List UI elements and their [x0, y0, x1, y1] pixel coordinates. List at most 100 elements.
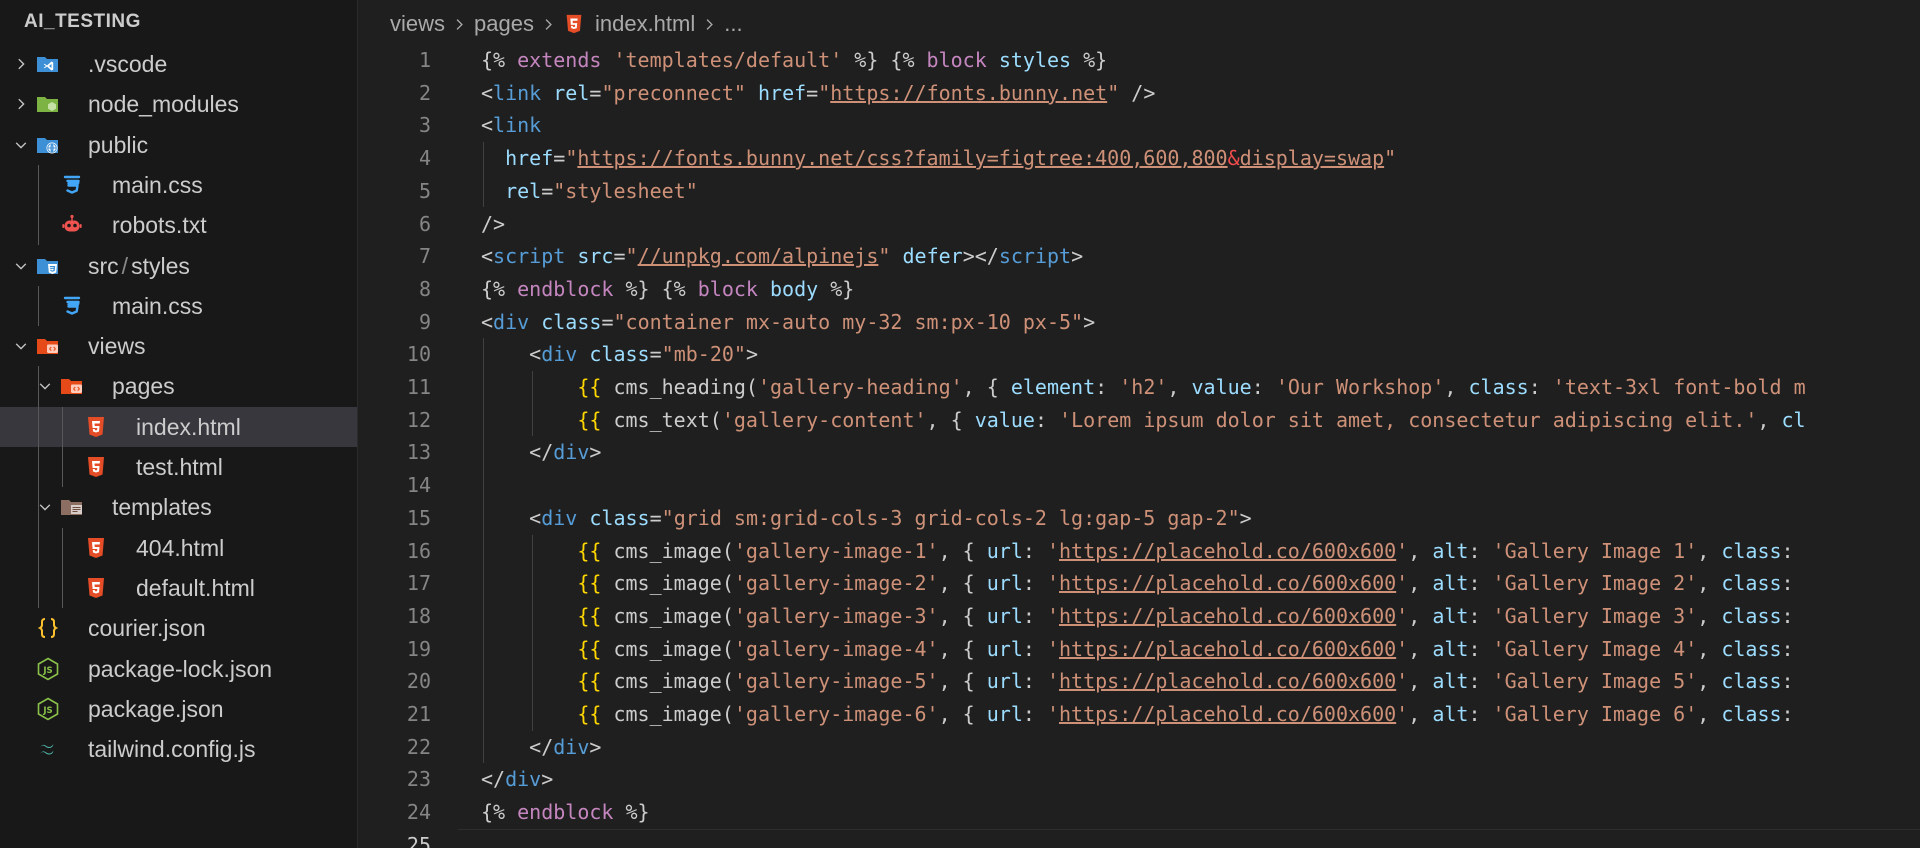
code-line[interactable]: 8 {% endblock %} {% block body %}: [358, 273, 1920, 306]
code-token: , {: [926, 407, 975, 432]
line-number: 1: [418, 48, 431, 72]
folder-row-public[interactable]: public: [0, 125, 357, 165]
chevron-down-icon[interactable]: [10, 125, 32, 165]
code-token: "grid sm:grid-cols-3 grid-cols-2 lg:gap-…: [661, 505, 1240, 530]
file-row-tailwind-config-js[interactable]: tailwind.config.js: [0, 729, 357, 769]
file-row-robots-txt[interactable]: robots.txt: [0, 205, 357, 245]
line-number: 12: [406, 407, 431, 432]
code-line[interactable]: 24 {% endblock %}: [358, 796, 1920, 829]
code-line[interactable]: 15 <div class="grid sm:grid-cols-3 grid-…: [358, 502, 1920, 535]
code-token: cms_text(: [601, 407, 722, 432]
code-area[interactable]: 1 {% extends 'templates/default' %} {% bl…: [358, 44, 1920, 848]
views-folder-icon: [34, 326, 62, 366]
code-token: extends: [517, 48, 602, 72]
chevron-down-icon[interactable]: [10, 246, 32, 286]
code-line[interactable]: 17 {{ cms_image('gallery-image-2', { url…: [358, 567, 1920, 600]
code-line[interactable]: 10 <div class="mb-20">: [358, 338, 1920, 371]
code-line[interactable]: 23 </div>: [358, 763, 1920, 796]
breadcrumb-symbols[interactable]: ...: [724, 11, 742, 37]
tree-indent-guide: [62, 527, 63, 609]
node-folder-icon: [34, 84, 62, 124]
code-token: , {: [938, 571, 987, 596]
file-row-main-css[interactable]: main.css: [0, 165, 357, 205]
code-token: 'gallery-heading': [757, 375, 963, 399]
code-token: <: [481, 309, 494, 334]
folder-row-vscode[interactable]: .vscode: [0, 44, 357, 84]
folder-row-templates[interactable]: templates: [0, 487, 357, 527]
code-line[interactable]: 11 {{ cms_heading('gallery-heading', { e…: [358, 371, 1920, 404]
code-token: , {: [938, 702, 987, 726]
chevron-right-icon[interactable]: [10, 44, 32, 84]
file-row-404-html[interactable]: 404.html: [0, 528, 357, 568]
code-line[interactable]: 25: [358, 829, 1920, 848]
tailwind-icon: [34, 729, 62, 769]
code-line[interactable]: 6 />: [358, 208, 1920, 241]
code-token[interactable]: display=swap: [1240, 146, 1385, 170]
code-token[interactable]: https://placehold.co/600x600: [1059, 637, 1396, 661]
chevron-down-icon[interactable]: [10, 326, 32, 366]
code-token[interactable]: https://placehold.co/600x600: [1059, 702, 1396, 726]
code-token[interactable]: https://placehold.co/600x600: [1059, 571, 1396, 595]
code-token[interactable]: https://placehold.co/600x600: [1059, 604, 1396, 628]
code-line[interactable]: 19 {{ cms_image('gallery-image-4', { url…: [358, 633, 1920, 666]
code-line[interactable]: 18 {{ cms_image('gallery-image-3', { url…: [358, 600, 1920, 633]
code-token[interactable]: //unpkg.com/alpinejs: [638, 244, 879, 268]
code-token: script: [493, 244, 566, 269]
code-token: 'Gallery Image 6': [1492, 702, 1698, 726]
code-text: <div class="container mx-auto my-32 sm:p…: [481, 306, 1095, 339]
code-line[interactable]: 12 {{ cms_text('gallery-content', { valu…: [358, 404, 1920, 437]
code-line[interactable]: 13 </div>: [358, 436, 1920, 469]
file-row-package-json[interactable]: JS package.json: [0, 689, 357, 729]
file-row-test-html[interactable]: test.html: [0, 447, 357, 487]
code-editor[interactable]: views pages index.html ... 1 {% extends '…: [358, 0, 1920, 848]
code-token: :: [1468, 538, 1493, 563]
code-token: :: [1781, 603, 1794, 628]
code-token: class: [589, 342, 650, 367]
code-line[interactable]: 5 rel="stylesheet": [358, 175, 1920, 208]
code-token: ,: [1697, 571, 1722, 596]
file-row-courier-json[interactable]: courier.json: [0, 608, 357, 648]
code-token: ,: [1408, 669, 1433, 694]
code-line[interactable]: 4 href="https://fonts.bunny.net/css?fami…: [358, 142, 1920, 175]
code-token: 'gallery-image-5': [733, 669, 939, 694]
code-line[interactable]: 16 {{ cms_image('gallery-image-1', { url…: [358, 535, 1920, 568]
explorer-root-folder[interactable]: AI_TESTING: [0, 0, 357, 44]
code-token: 'Our Workshop': [1275, 375, 1445, 399]
code-line[interactable]: 2 <link rel="preconnect" href="https://fo…: [358, 77, 1920, 110]
code-line[interactable]: 22 </div>: [358, 731, 1920, 764]
code-token: cms_image(: [601, 636, 734, 661]
code-token[interactable]: https://fonts.bunny.net: [830, 81, 1107, 105]
code-token: , {: [962, 375, 1011, 399]
code-token[interactable]: https://placehold.co/600x600: [1059, 669, 1396, 693]
file-row-package-lock-json[interactable]: JS package-lock.json: [0, 649, 357, 689]
code-token: "stylesheet": [553, 178, 698, 203]
code-line[interactable]: 7 <script src="//unpkg.com/alpinejs" defe…: [358, 240, 1920, 273]
breadcrumb-pages[interactable]: pages: [474, 11, 534, 37]
code-token: :: [1022, 669, 1047, 694]
file-row-default-html[interactable]: default.html: [0, 568, 357, 608]
folder-row-src-styles[interactable]: src / styles: [0, 246, 357, 286]
code-token[interactable]: https://placehold.co/600x600: [1059, 539, 1396, 563]
code-token[interactable]: https://fonts.bunny.net/css?family=figtr…: [577, 146, 1227, 170]
line-number: 21: [406, 702, 431, 726]
code-token: ': [1046, 571, 1060, 596]
tree-item-name: tailwind.config.js: [88, 736, 256, 763]
code-line[interactable]: 21 {{ cms_image('gallery-image-6', { url…: [358, 698, 1920, 731]
folder-row-node-modules[interactable]: node_modules: [0, 84, 357, 124]
chevron-right-icon: [703, 18, 716, 31]
code-line[interactable]: 1 {% extends 'templates/default' %} {% bl…: [358, 44, 1920, 77]
code-line[interactable]: 14: [358, 469, 1920, 502]
folder-row-pages[interactable]: pages: [0, 366, 357, 406]
file-row-main-css[interactable]: main.css: [0, 286, 357, 326]
breadcrumb-views[interactable]: views: [390, 11, 445, 37]
breadcrumb-index-html[interactable]: index.html: [595, 11, 695, 37]
code-line[interactable]: 3 <link: [358, 109, 1920, 142]
file-row-index-html[interactable]: index.html: [0, 406, 357, 447]
code-line[interactable]: 20 {{ cms_image('gallery-image-5', { url…: [358, 665, 1920, 698]
folder-row-views[interactable]: views: [0, 326, 357, 366]
code-line[interactable]: 9 <div class="container mx-auto my-32 sm:…: [358, 306, 1920, 339]
tree-item-name: courier.json: [88, 615, 206, 642]
code-token: ,: [1697, 538, 1722, 563]
chevron-right-icon[interactable]: [10, 84, 32, 124]
